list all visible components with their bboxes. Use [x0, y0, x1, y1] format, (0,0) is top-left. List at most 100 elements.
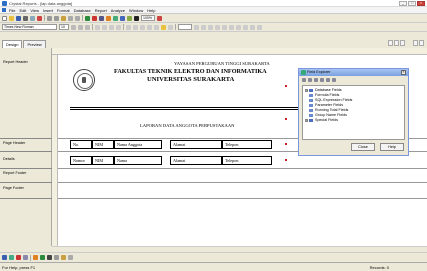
header-rule-top[interactable]	[70, 107, 320, 108]
maximize-button[interactable]: □	[408, 1, 416, 6]
menu-report[interactable]: Report	[95, 8, 107, 13]
binoculars-icon[interactable]	[134, 15, 139, 21]
underline-icon[interactable]	[85, 24, 90, 30]
stop-button[interactable]	[419, 40, 424, 46]
insert-ole-icon[interactable]	[243, 24, 248, 30]
insert-cross-tab-icon[interactable]	[208, 24, 213, 30]
header-nama-anggota[interactable]: Nama Anggota	[114, 140, 162, 149]
field-explorer-titlebar[interactable]: Field Explorer ×	[299, 69, 408, 76]
field-explorer-close-icon[interactable]: ×	[401, 70, 406, 75]
faculty-text[interactable]: FAKULTAS TEKNIK ELEKTRO DAN INFORMATIKA	[114, 68, 267, 75]
horizontal-ruler[interactable]	[52, 48, 427, 55]
section-label-report-header[interactable]: Report Header	[3, 60, 28, 64]
justify-icon[interactable]	[116, 24, 121, 30]
first-page-button[interactable]	[388, 40, 393, 46]
section-label-details[interactable]: Details	[3, 157, 15, 161]
open-icon[interactable]	[9, 15, 14, 21]
section-label-page-header[interactable]: Page Header	[3, 141, 25, 145]
prev-page-button[interactable]	[394, 40, 399, 46]
text-object-icon[interactable]	[2, 255, 7, 260]
field-nomor[interactable]: Nomor	[70, 156, 92, 165]
menu-view[interactable]: View	[30, 8, 39, 13]
insert-group-icon[interactable]	[99, 15, 104, 21]
menu-help[interactable]: Help	[147, 8, 155, 13]
picture-icon[interactable]	[61, 255, 66, 260]
group-icon[interactable]	[9, 255, 14, 260]
insert-box-icon[interactable]	[229, 24, 234, 30]
zoom-combo[interactable]: 100%	[141, 15, 155, 21]
tab-design[interactable]: Design	[2, 40, 23, 48]
percent-icon[interactable]	[140, 24, 145, 30]
decimal-icon[interactable]	[147, 24, 152, 30]
delete-icon[interactable]	[332, 78, 336, 82]
font-size-combo[interactable]: 10	[59, 24, 69, 30]
border-style-combo[interactable]	[178, 24, 192, 30]
field-nama[interactable]: Nama	[114, 156, 162, 165]
redo-icon[interactable]	[75, 15, 80, 21]
print-preview-icon[interactable]	[30, 15, 35, 21]
align-center-icon[interactable]	[102, 24, 107, 30]
ole-object-icon[interactable]	[68, 255, 73, 260]
align-left-icon[interactable]	[95, 24, 100, 30]
insert-field-icon[interactable]	[85, 15, 90, 21]
chart-icon[interactable]	[33, 255, 38, 260]
help-button[interactable]: Help	[380, 143, 404, 151]
menu-database[interactable]: Database	[74, 8, 91, 13]
field-nim[interactable]: NIM	[92, 156, 114, 165]
last-page-button[interactable]	[413, 40, 418, 46]
section-label-report-footer[interactable]: Report Footer	[3, 171, 26, 175]
header-nim[interactable]: NIM	[92, 140, 114, 149]
print-icon[interactable]	[23, 15, 28, 21]
insert-to-report-icon[interactable]	[302, 78, 306, 82]
paste-icon[interactable]	[61, 15, 66, 21]
insert-map-icon[interactable]	[257, 24, 262, 30]
header-alamat[interactable]: Alamat	[170, 140, 222, 149]
tree-node-special-fields[interactable]: + Special Fields	[305, 118, 402, 123]
thousands-icon[interactable]	[133, 24, 138, 30]
line-icon[interactable]	[47, 255, 52, 260]
undo-icon[interactable]	[68, 15, 73, 21]
insert-line-icon[interactable]	[222, 24, 227, 30]
rename-icon[interactable]	[326, 78, 330, 82]
border-icon[interactable]	[154, 24, 159, 30]
highlight-icon[interactable]	[161, 24, 166, 30]
help-icon[interactable]	[157, 15, 162, 21]
header-no[interactable]: No.	[70, 140, 92, 149]
bold-icon[interactable]	[71, 24, 76, 30]
insert-chart-icon[interactable]	[92, 15, 97, 21]
foundation-text[interactable]: YAYASAN PERGURUAN TINGGI SURAKARTA	[174, 61, 270, 66]
cut-icon[interactable]	[47, 15, 52, 21]
close-button[interactable]: Close	[351, 143, 375, 151]
export-icon[interactable]	[37, 15, 42, 21]
menu-analyze[interactable]: Analyze	[111, 8, 125, 13]
insert-picture-icon[interactable]	[236, 24, 241, 30]
expand-icon[interactable]: +	[305, 89, 308, 92]
menu-format[interactable]: Format	[57, 8, 70, 13]
expand-icon[interactable]: +	[305, 119, 308, 122]
tab-preview[interactable]: Preview	[23, 40, 46, 48]
browse-icon[interactable]	[308, 78, 312, 82]
font-name-combo[interactable]: Times New Roman	[2, 24, 57, 30]
edit-icon[interactable]	[320, 78, 324, 82]
italic-icon[interactable]	[78, 24, 83, 30]
save-icon[interactable]	[16, 15, 21, 21]
insert-text-icon[interactable]	[194, 24, 199, 30]
map-icon[interactable]	[40, 255, 45, 260]
university-text[interactable]: UNIVERSITAS SURAKARTA	[147, 76, 234, 83]
insert-chart2-icon[interactable]	[250, 24, 255, 30]
menu-edit[interactable]: Edit	[19, 8, 26, 13]
menu-file[interactable]: File	[9, 8, 15, 13]
field-alamat[interactable]: Alamat	[170, 156, 222, 165]
field-explorer-icon[interactable]	[127, 15, 132, 21]
formula-icon[interactable]	[120, 15, 125, 21]
menu-window[interactable]: Window	[129, 8, 143, 13]
new-icon[interactable]	[314, 78, 318, 82]
align-right-icon[interactable]	[109, 24, 114, 30]
header-telepon[interactable]: Telepon	[222, 140, 272, 149]
section-label-page-footer[interactable]: Page Footer	[3, 186, 24, 190]
new-icon[interactable]	[2, 15, 7, 21]
field-telepon[interactable]: Telepon	[222, 156, 272, 165]
insert-subreport-icon[interactable]	[215, 24, 220, 30]
insert-summary-icon[interactable]	[106, 15, 111, 21]
color-icon[interactable]	[168, 24, 173, 30]
